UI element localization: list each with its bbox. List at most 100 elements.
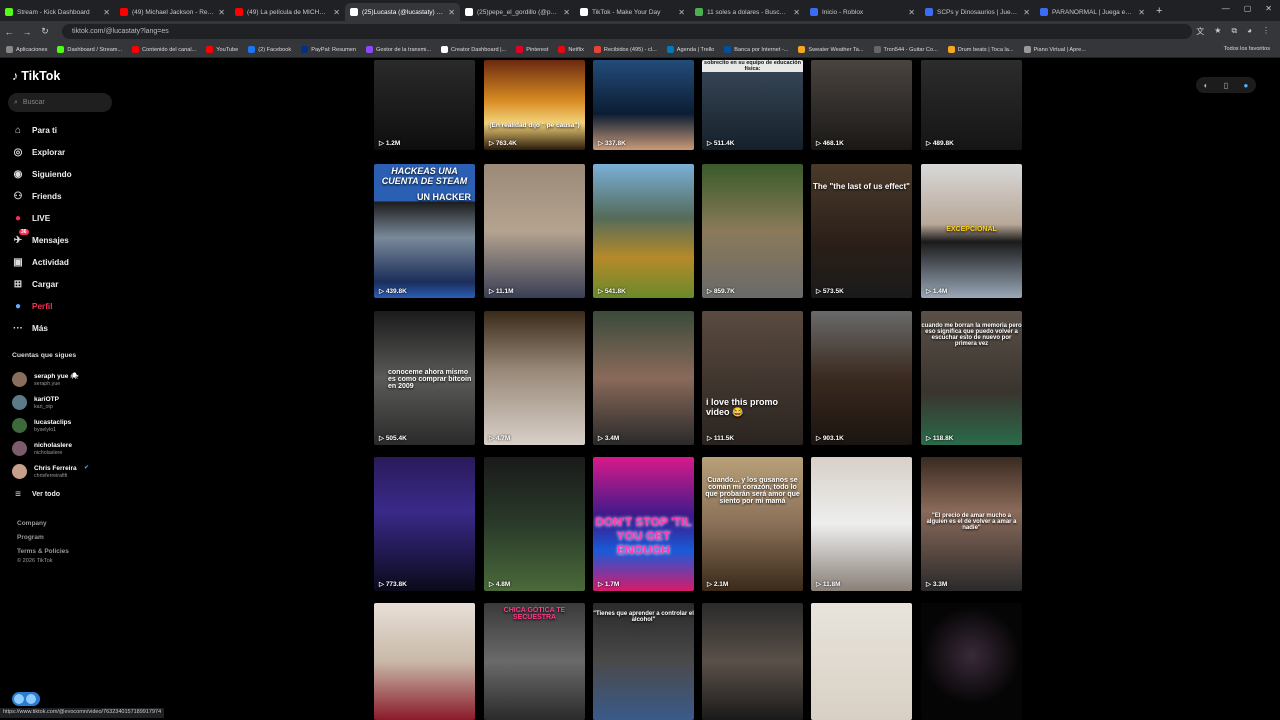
- bookmark-item[interactable]: Creator Dashboard |...: [441, 46, 506, 53]
- video-thumbnail[interactable]: [702, 603, 803, 720]
- sidebar-item-ms[interactable]: ··· Más: [12, 322, 48, 334]
- browser-tab[interactable]: (25)Lucasta (@lucastaty) | TikT ✕: [345, 3, 460, 21]
- search-input[interactable]: ⌕ Buscar: [8, 93, 112, 112]
- bookmark-item[interactable]: PayPal: Resumen: [301, 46, 356, 53]
- video-thumbnail[interactable]: i love this promo video 😂 ▷ 111.5K: [702, 311, 803, 445]
- video-thumbnail[interactable]: ▷ 773.8K: [374, 457, 475, 591]
- menu-dots-icon[interactable]: ⋮: [1262, 26, 1270, 37]
- sidebar-item-cargar[interactable]: ⊞ Cargar: [12, 278, 59, 290]
- device-icon[interactable]: ▯: [1224, 81, 1228, 90]
- video-thumbnail[interactable]: ▷ 11.8M: [811, 457, 912, 591]
- video-thumbnail[interactable]: (En realidad dijo " pe causa") ▷ 763.4K: [484, 60, 585, 150]
- video-thumbnail[interactable]: sobrecito en su equipo de educación físi…: [702, 60, 803, 150]
- video-thumbnail[interactable]: ▷ 337.8K: [593, 60, 694, 150]
- video-thumbnail[interactable]: ▷ 3.4M: [593, 311, 694, 445]
- video-thumbnail[interactable]: ▷ 489.8K: [921, 60, 1022, 150]
- video-thumbnail[interactable]: ▷ 903.1K: [811, 311, 912, 445]
- footer-link[interactable]: Program: [17, 534, 44, 541]
- extensions-icon[interactable]: ⧉: [1231, 26, 1237, 37]
- video-thumbnail[interactable]: ▷ 541.8K: [593, 164, 694, 298]
- bookmark-item[interactable]: Contenido del canal...: [132, 46, 196, 53]
- close-tab-icon[interactable]: ✕: [563, 8, 570, 17]
- followed-account[interactable]: kariOTP kari_otp: [12, 395, 59, 410]
- bookmark-item[interactable]: Netflix: [558, 46, 584, 53]
- tiktok-logo[interactable]: ♪ TikTok: [12, 69, 60, 83]
- close-window-icon[interactable]: ✕: [1265, 4, 1272, 13]
- footer-link[interactable]: Company: [17, 520, 47, 527]
- close-tab-icon[interactable]: ✕: [678, 8, 685, 17]
- bookmark-star-icon[interactable]: ★: [1214, 26, 1221, 37]
- bookmark-item[interactable]: Sweater Weather Ta...: [798, 46, 864, 53]
- see-all-button[interactable]: ≡ Ver todo: [12, 488, 60, 500]
- video-thumbnail[interactable]: CHICA GÓTICA TE SECUESTRA: [484, 603, 585, 720]
- browser-tab[interactable]: PARANORMAL | Juega en Rob ✕: [1035, 3, 1150, 21]
- video-thumbnail[interactable]: Cuando... y los gusanos se coman mi cora…: [702, 457, 803, 591]
- sidebar-item-perfil[interactable]: ● Perfil: [12, 300, 53, 312]
- bookmark-item[interactable]: Piano Virtual | Apre...: [1023, 46, 1086, 53]
- floating-toggle[interactable]: [12, 692, 40, 706]
- maximize-icon[interactable]: ▢: [1244, 4, 1252, 13]
- close-tab-icon[interactable]: ✕: [333, 8, 340, 17]
- browser-tab[interactable]: (49) La película de MICHAEL... ✕: [230, 3, 345, 21]
- sidebar-item-mensajes[interactable]: ✈ Mensajes 36: [12, 229, 69, 246]
- browser-tab[interactable]: (49) Michael Jackson - Remem ✕: [115, 3, 230, 21]
- browser-tab[interactable]: 11 soles a dolares - Buscar co ✕: [690, 3, 805, 21]
- sidebar-item-actividad[interactable]: ▣ Actividad: [12, 256, 69, 268]
- minimize-icon[interactable]: —: [1222, 4, 1230, 13]
- all-bookmarks-link[interactable]: Todos los favoritos: [1224, 46, 1270, 52]
- bookmark-item[interactable]: Agenda | Trello: [666, 46, 714, 53]
- close-tab-icon[interactable]: ✕: [218, 8, 225, 17]
- video-thumbnail[interactable]: EXCEPCIONAL ▷ 1.4M: [921, 164, 1022, 298]
- close-tab-icon[interactable]: ✕: [1023, 8, 1030, 17]
- reload-icon[interactable]: ↻: [36, 26, 54, 37]
- followed-account[interactable]: nicholaslere nicholaslere: [12, 441, 72, 456]
- bookmark-item[interactable]: Banca por Internet -...: [724, 46, 788, 53]
- bookmark-item[interactable]: Recibidos (495) - cl...: [593, 46, 657, 53]
- browser-tab[interactable]: Inicio - Roblox ✕: [805, 3, 920, 21]
- close-tab-icon[interactable]: ✕: [1138, 8, 1145, 17]
- video-thumbnail[interactable]: The "the last of us effect" ▷ 573.5K: [811, 164, 912, 298]
- video-thumbnail[interactable]: ▷ 4.7M: [484, 311, 585, 445]
- bookmark-item[interactable]: (2) Facebook: [248, 46, 291, 53]
- close-tab-icon[interactable]: ✕: [448, 8, 455, 17]
- video-thumbnail[interactable]: ▷ 11.1M: [484, 164, 585, 298]
- video-thumbnail[interactable]: [374, 603, 475, 720]
- followed-account[interactable]: seraph yue 🕷 seraph.yue: [12, 372, 78, 387]
- video-thumbnail[interactable]: cuando me borran la memoria pero eso sig…: [921, 311, 1022, 445]
- close-tab-icon[interactable]: ✕: [908, 8, 915, 17]
- browser-tab[interactable]: SCPs y Dinosaurios | Juega en ✕: [920, 3, 1035, 21]
- bookmark-item[interactable]: Drum beats | Toca la...: [947, 46, 1014, 53]
- followed-account[interactable]: lucastaclips byselylo1: [12, 418, 71, 433]
- followed-account[interactable]: Chris Ferreira chrisferreirafifi ✔: [12, 464, 89, 479]
- bookmark-item[interactable]: YouTube: [206, 46, 238, 53]
- bookmark-item[interactable]: Gestor de la transmi...: [366, 46, 431, 53]
- footer-link[interactable]: Terms & Policies: [17, 548, 69, 555]
- bookmark-item[interactable]: Dashboard / Stream...: [57, 46, 122, 53]
- url-field[interactable]: tiktok.com/@lucastaty?lang=es: [62, 24, 1192, 39]
- bookmark-item[interactable]: Pinterest: [516, 46, 548, 53]
- back-icon[interactable]: ←: [0, 27, 18, 37]
- video-thumbnail[interactable]: conoceme ahora mismo es como comprar bit…: [374, 311, 475, 445]
- video-thumbnail[interactable]: ▷ 859.7K: [702, 164, 803, 298]
- browser-tab[interactable]: Stream - Kick Dashboard ✕: [0, 3, 115, 21]
- video-thumbnail[interactable]: ▷ 4.8M: [484, 457, 585, 591]
- forward-icon[interactable]: →: [18, 27, 36, 37]
- close-tab-icon[interactable]: ✕: [793, 8, 800, 17]
- sidebar-item-friends[interactable]: ⚇ Friends: [12, 190, 62, 202]
- video-thumbnail[interactable]: ▷ 1.2M: [374, 60, 475, 150]
- video-thumbnail[interactable]: [921, 603, 1022, 720]
- new-tab-icon[interactable]: +: [1156, 5, 1162, 17]
- browser-tab[interactable]: TikTok - Make Your Day ✕: [575, 3, 690, 21]
- sidebar-item-live[interactable]: ● LIVE: [12, 212, 50, 224]
- video-thumbnail[interactable]: "El precio de amar mucho a alguien es el…: [921, 457, 1022, 591]
- coin-icon[interactable]: ◐: [1204, 81, 1209, 90]
- bookmark-item[interactable]: Aplicaciones: [6, 46, 47, 53]
- video-thumbnail[interactable]: HACKEAS UNA CUENTA DE STEAM UN HACKER ▷ 43…: [374, 164, 475, 298]
- bookmark-item[interactable]: Tron544 - Guitar Co...: [873, 46, 938, 53]
- video-thumbnail[interactable]: [811, 603, 912, 720]
- video-thumbnail[interactable]: DON'T STOP 'TIL YOU GET ENOUGH ▷ 1.7M: [593, 457, 694, 591]
- sidebar-item-parati[interactable]: ⌂ Para ti: [12, 124, 57, 136]
- close-tab-icon[interactable]: ✕: [103, 8, 110, 17]
- profile-avatar-icon[interactable]: ◕: [1247, 26, 1252, 37]
- sidebar-item-explorar[interactable]: ◎ Explorar: [12, 146, 66, 158]
